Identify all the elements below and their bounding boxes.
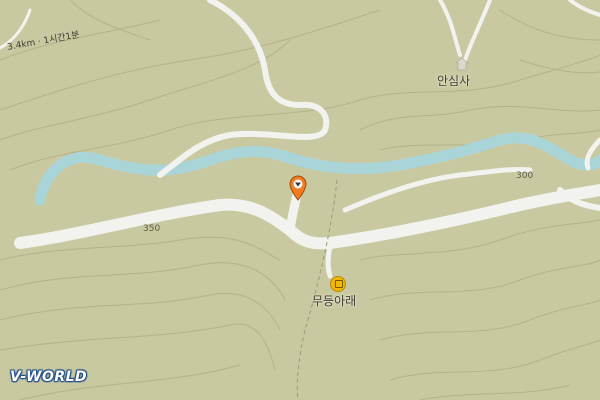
bus-stop-icon[interactable]: [330, 276, 346, 292]
poi-label-bus-stop[interactable]: 무등아래: [312, 292, 356, 309]
contour-label-300: 300: [516, 171, 534, 181]
map-canvas[interactable]: 3.4km · 1시간1분 350 300 안심사 무등아래 V-WORLD: [0, 0, 600, 400]
poi-label-temple[interactable]: 안심사: [437, 72, 470, 89]
boundary-line: [296, 179, 338, 400]
map-pin-icon[interactable]: [288, 175, 308, 201]
temple-icon[interactable]: [455, 57, 469, 71]
contour-label-350: 350: [143, 224, 161, 234]
vworld-logo: V-WORLD: [10, 369, 88, 385]
